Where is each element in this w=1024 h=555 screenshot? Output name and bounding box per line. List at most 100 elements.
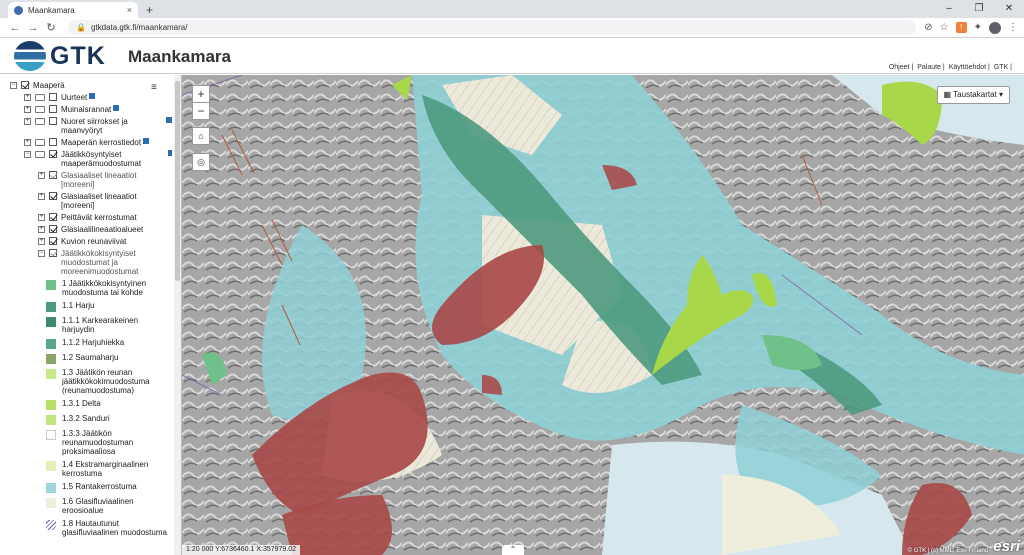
tree-item-label: Jäätikkösyntyiset maaperämuodostumat bbox=[61, 150, 142, 168]
expand-up-button[interactable]: ⌃ bbox=[502, 545, 524, 555]
collapse-icon[interactable]: − bbox=[10, 82, 17, 89]
link-gtk[interactable]: GTK | bbox=[994, 64, 1012, 71]
tab-close-icon[interactable]: × bbox=[127, 5, 132, 15]
layer-checkbox[interactable] bbox=[49, 192, 57, 200]
legend-swatch bbox=[46, 483, 56, 493]
reload-icon[interactable]: ↻ bbox=[42, 21, 60, 34]
map-canvas[interactable] bbox=[182, 75, 1024, 555]
legend-label: 1.3.3 Jäätikön reunamuodostuman proksima… bbox=[62, 429, 134, 456]
tree-item[interactable]: + Muinaisrannat bbox=[24, 105, 172, 114]
legend-item: 1.4 Ekstramarginaalinen kerrostuma bbox=[46, 460, 172, 478]
legend-label: 1.3.1 Delta bbox=[62, 399, 101, 408]
gtk-logo[interactable]: GTK bbox=[14, 41, 106, 71]
zoom-in-button[interactable]: + bbox=[192, 85, 210, 103]
layer-checkbox[interactable] bbox=[49, 171, 57, 179]
collapse-icon[interactable]: − bbox=[24, 151, 31, 158]
legend-item: 1.3.3 Jäätikön reunamuodostuman proksima… bbox=[46, 429, 172, 456]
scrollbar-thumb[interactable] bbox=[175, 81, 180, 281]
star-icon[interactable]: ☆ bbox=[940, 22, 949, 33]
home-icon[interactable]: ⌂ bbox=[192, 127, 210, 145]
tree-item[interactable]: + Glasiaaliset lineaatiot [moreeni] bbox=[38, 171, 172, 189]
map-view[interactable]: + − ⌂ ◎ ▦ Taustakartat ▾ 1:20 000 Y:6736… bbox=[182, 75, 1024, 555]
zoom-out-button[interactable]: − bbox=[192, 102, 210, 120]
info-icon[interactable] bbox=[166, 117, 172, 123]
layer-checkbox[interactable] bbox=[49, 138, 57, 146]
minimize-button[interactable]: – bbox=[934, 0, 964, 18]
puzzle-icon[interactable]: ✦ bbox=[974, 22, 982, 33]
close-window-button[interactable]: ✕ bbox=[994, 0, 1024, 18]
locate-icon[interactable]: ◎ bbox=[192, 153, 210, 171]
layer-checkbox[interactable] bbox=[49, 150, 57, 158]
tree-item[interactable]: + Maaperän kerrostiedot bbox=[24, 138, 172, 147]
back-arrow-icon[interactable]: ← bbox=[6, 22, 24, 34]
tree-item[interactable]: − Jäätikkökokisyntyiset muodostumat ja mo… bbox=[38, 249, 172, 276]
lock-icon: 🔒 bbox=[76, 23, 86, 32]
more-menu-icon[interactable]: ⋮ bbox=[1008, 22, 1018, 33]
tree-item[interactable]: + Glasiaaliset lineaatiot [moreeni] bbox=[38, 192, 172, 210]
layer-checkbox[interactable] bbox=[49, 93, 57, 101]
main-area: ≡ − Maaperä + Uurteet + Muinaisrannat + Nuoret … bbox=[0, 75, 1024, 555]
legend-swatch bbox=[46, 302, 56, 312]
expand-icon[interactable]: + bbox=[24, 106, 31, 113]
info-icon[interactable] bbox=[89, 93, 96, 99]
legend-label: 1.1.1 Karkearakeinen harjuydin bbox=[62, 316, 139, 334]
link-palaute[interactable]: Palaute | bbox=[917, 64, 945, 71]
tree-item[interactable]: + Uurteet bbox=[24, 93, 172, 102]
legend-swatch bbox=[46, 339, 56, 349]
info-icon[interactable] bbox=[113, 105, 120, 111]
extension-area: ⊘ ☆ ! ✦ ⋮ bbox=[924, 21, 1018, 34]
new-tab-button[interactable]: + bbox=[146, 2, 153, 18]
expand-icon[interactable]: + bbox=[24, 118, 31, 125]
expand-icon[interactable]: + bbox=[38, 172, 45, 179]
legend-item: 1 Jäätikkökokisyntyinen muodostuma tai k… bbox=[46, 279, 172, 297]
layer-checkbox[interactable] bbox=[49, 237, 57, 245]
expand-icon[interactable]: + bbox=[24, 94, 31, 101]
tree-item-label: Peittävät kerrostumat bbox=[61, 213, 137, 222]
legend-swatch bbox=[46, 498, 56, 508]
maximize-button[interactable]: ❐ bbox=[964, 0, 994, 18]
map-attribution: © GTK | (c) MML, Esri Finland bbox=[907, 548, 988, 554]
expand-icon[interactable]: + bbox=[38, 238, 45, 245]
logo-text: GTK bbox=[50, 41, 106, 70]
expand-icon[interactable]: + bbox=[38, 214, 45, 221]
tree-item[interactable]: + Peittävät kerrostumat bbox=[38, 213, 172, 222]
collapse-icon[interactable]: − bbox=[38, 250, 45, 257]
link-ohjeet[interactable]: Ohjeet | bbox=[889, 64, 913, 71]
layer-sidebar: ≡ − Maaperä + Uurteet + Muinaisrannat + Nuoret … bbox=[0, 75, 182, 555]
profile-avatar[interactable] bbox=[989, 21, 1001, 34]
link-kayttoehdot[interactable]: Käyttöehdot | bbox=[949, 64, 990, 71]
browser-tab[interactable]: Maankamara × bbox=[8, 2, 138, 18]
layer-checkbox[interactable] bbox=[49, 213, 57, 221]
favicon-icon bbox=[14, 5, 23, 15]
coordinate-status: 1:20 000 Y:6736460.1 X:357979.02 bbox=[182, 545, 301, 555]
forward-arrow-icon[interactable]: → bbox=[24, 22, 42, 34]
tree-item[interactable]: − Jäätikkösyntyiset maaperämuodostumat bbox=[24, 150, 172, 168]
extension-orange-icon[interactable]: ! bbox=[955, 22, 967, 33]
tree-item[interactable]: + Kuvion reunaviivat bbox=[38, 237, 172, 246]
legend-item: 1.2 Saumaharju bbox=[46, 353, 172, 364]
info-icon[interactable] bbox=[167, 150, 172, 156]
camera-off-icon[interactable]: ⊘ bbox=[924, 22, 932, 33]
sidebar-scrollbar[interactable] bbox=[174, 75, 181, 555]
legend-swatch bbox=[46, 317, 56, 327]
layer-checkbox[interactable] bbox=[49, 225, 57, 233]
expand-icon[interactable]: + bbox=[38, 193, 45, 200]
legend-label: 1.8 Hautautunut glasifluviaalinen muodos… bbox=[62, 519, 167, 537]
folder-icon bbox=[35, 139, 45, 146]
tree-item[interactable]: + Glasiaalilineaatioalueet bbox=[38, 225, 172, 234]
tree-item[interactable]: + Nuoret siirrokset ja maanvyöryt bbox=[24, 117, 172, 135]
layer-checkbox[interactable] bbox=[49, 249, 57, 257]
tree-item-label: Jäätikkökokisyntyiset muodostumat ja mor… bbox=[61, 249, 139, 276]
info-icon[interactable] bbox=[143, 138, 150, 144]
expand-icon[interactable]: + bbox=[24, 139, 31, 146]
layer-checkbox[interactable] bbox=[21, 81, 29, 89]
folder-icon bbox=[35, 106, 45, 113]
tree-item-label: Maaperän kerrostiedot bbox=[61, 138, 142, 147]
basemap-button[interactable]: ▦ Taustakartat ▾ bbox=[936, 86, 1010, 104]
tree-item-label: Glasiaaliset lineaatiot [moreeni] bbox=[61, 192, 137, 210]
expand-icon[interactable]: + bbox=[38, 226, 45, 233]
tree-item[interactable]: − Maaperä bbox=[10, 81, 172, 90]
address-bar[interactable]: 🔒 gtkdata.gtk.fi/maankamara/ bbox=[68, 20, 917, 35]
layer-checkbox[interactable] bbox=[49, 105, 57, 113]
layer-checkbox[interactable] bbox=[49, 117, 57, 125]
